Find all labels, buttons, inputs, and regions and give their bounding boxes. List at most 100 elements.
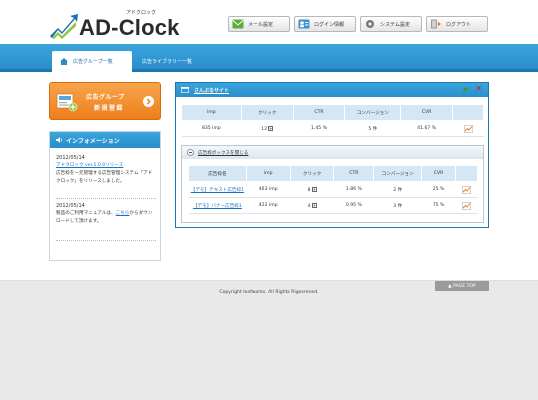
click-value: 8 [307,187,311,193]
tab-ad-group-list-label: 広告グループ一覧 [73,59,113,65]
cvr-value: 41.67 % [400,120,453,137]
ad-slot-box: 広告枠ボックスを閉じる 広告枠名 imp クリック CTR コンバージョン CV… [181,145,484,223]
table-row: 835 imp 12 + 1.45 % 5 件 41.67 % [181,120,484,137]
footer: Copyright leafworks. All Rights Rigesren… [0,280,538,400]
ad-name-link[interactable]: 【デモ】バナー広告枠1 [193,204,242,209]
speaker-icon [56,137,63,143]
system-settings-label: システム設定 [380,21,410,28]
ad-slot-box-toggle-label: 広告枠ボックスを閉じる [198,150,249,156]
logo[interactable]: AD-Clock アドクロック [48,8,179,40]
click-cell: 4 + [290,197,334,214]
news-date: 2012/05/14 [56,155,85,161]
click-value: 12 [261,126,268,132]
mail-settings-button[interactable]: メール設定 [228,16,290,32]
mail-settings-label: メール設定 [248,21,274,28]
line-chart-icon[interactable] [463,124,473,133]
col-click: クリック [289,165,335,182]
window-icon [181,87,189,93]
site-panel-header: さんぷるサイト ✕ [176,83,488,97]
site-panel: さんぷるサイト ✕ imp クリック CTR コンバージョン CVR 835 i… [175,82,489,228]
click-cell: 12 + [241,120,294,137]
news-link[interactable]: アドクロック ver.1.0.0リリース [56,163,123,168]
information-title: インフォメーション [66,137,120,145]
door-icon [431,19,441,29]
logo-subtext: アドクロック [126,10,157,16]
close-icon[interactable]: ✕ [475,85,482,93]
mail-icon [232,19,244,29]
expand-icon[interactable]: + [311,202,317,208]
col-cvr: CVR [400,104,454,121]
page-top-button[interactable]: ▲ PAGE TOP [435,281,489,291]
imp-value: 463 imp [246,181,291,198]
click-value: 4 [307,203,311,209]
col-conversion: コンバージョン [373,165,423,182]
information-header: インフォメーション [50,132,160,148]
conversion-value: 2 件 [373,181,422,198]
site-title-link[interactable]: さんぷるサイト [194,87,229,94]
col-imp: imp [245,165,291,182]
table-row: 【デモ】テキスト広告枠1 463 imp 8 + 1.86 % 2 件 25 % [188,181,478,198]
news-date: 2012/05/14 [56,203,85,209]
ctr-value: 0.95 % [333,197,374,214]
graph-cell [452,120,484,137]
col-graph [455,165,478,182]
expand-icon[interactable]: + [268,125,274,131]
cvr-value: 25 % [421,181,456,198]
user-card-icon [298,19,310,29]
chevron-right-icon [143,96,154,107]
ad-name-cell: 【デモ】バナー広告枠1 [188,197,247,214]
news-divider [56,198,156,199]
information-box: インフォメーション 2012/05/14 アドクロック ver.1.0.0リリー… [49,131,161,261]
news-item: 2012/05/14 製品のご利用マニュアルは、こちらからダウンロードして頂けま… [56,202,156,226]
col-graph [452,104,484,121]
col-ctr: CTR [333,165,375,182]
line-chart-icon[interactable] [462,185,471,194]
ctr-value: 1.45 % [293,120,345,137]
collapse-icon [187,149,194,156]
col-click: クリック [240,104,294,121]
site-stats-table: imp クリック CTR コンバージョン CVR 835 imp 12 + 1.4… [181,104,484,137]
news-text-before: 製品のご利用マニュアルは、 [56,211,116,216]
cvr-value: 75 % [421,197,456,214]
tab-ad-group-list[interactable]: 広告グループ一覧 [52,51,132,72]
col-imp: imp [181,104,242,121]
gear-icon [366,20,374,28]
news-item: 2012/05/14 アドクロック ver.1.0.0リリース 広告枠を一元管理… [56,154,156,186]
tab-ad-library-list[interactable]: 広告ライブラリー一覧 [142,51,192,72]
login-info-button[interactable]: ログイン情報 [294,16,356,32]
news-text: 製品のご利用マニュアルは、こちらからダウンロードして頂けます。 [56,210,156,226]
conversion-value: 3 件 [373,197,422,214]
new-ad-group-label-1: 広告グループ [86,94,125,101]
imp-value: 422 imp [246,197,291,214]
new-ad-group-button[interactable]: 広告グループ 新規登録 [49,82,161,120]
main-nav: 広告グループ一覧 広告ライブラリー一覧 [0,44,538,72]
col-cvr: CVR [421,165,457,182]
logout-label: ログアウト [446,21,472,28]
ad-document-icon [56,93,78,112]
table-row: 【デモ】バナー広告枠1 422 imp 4 + 0.95 % 3 件 75 % [188,197,478,214]
col-conversion: コンバージョン [344,104,402,121]
graph-cell [455,197,478,214]
graph-cell [455,181,478,198]
imp-value: 835 imp [181,120,242,137]
conversion-value: 5 件 [344,120,401,137]
col-ctr: CTR [292,104,346,121]
ad-name-cell: 【デモ】テキスト広告枠1 [188,181,247,198]
news-divider [56,240,156,241]
ad-name-link[interactable]: 【デモ】テキスト広告枠1 [191,188,244,193]
logo-mark-icon [50,14,78,39]
system-settings-button[interactable]: システム設定 [360,16,422,32]
pin-icon[interactable] [461,86,469,94]
line-chart-icon[interactable] [462,201,471,210]
col-ad-name: 広告枠名 [188,165,247,182]
click-cell: 8 + [290,181,334,198]
login-info-label: ログイン情報 [314,21,345,28]
ad-slot-box-toggle[interactable]: 広告枠ボックスを閉じる [182,146,483,159]
logo-text: AD-Clock [79,15,180,40]
manual-link[interactable]: こちら [116,211,130,216]
home-icon [60,58,68,65]
logout-button[interactable]: ログアウト [426,16,488,32]
expand-icon[interactable]: + [311,186,317,192]
header: AD-Clock アドクロック メール設定 ログイン情報 システム設定 ログアウ… [0,0,538,44]
news-text: 広告枠を一元管理する広告管理システム「アドクロック」をリリースしました。 [56,171,153,184]
